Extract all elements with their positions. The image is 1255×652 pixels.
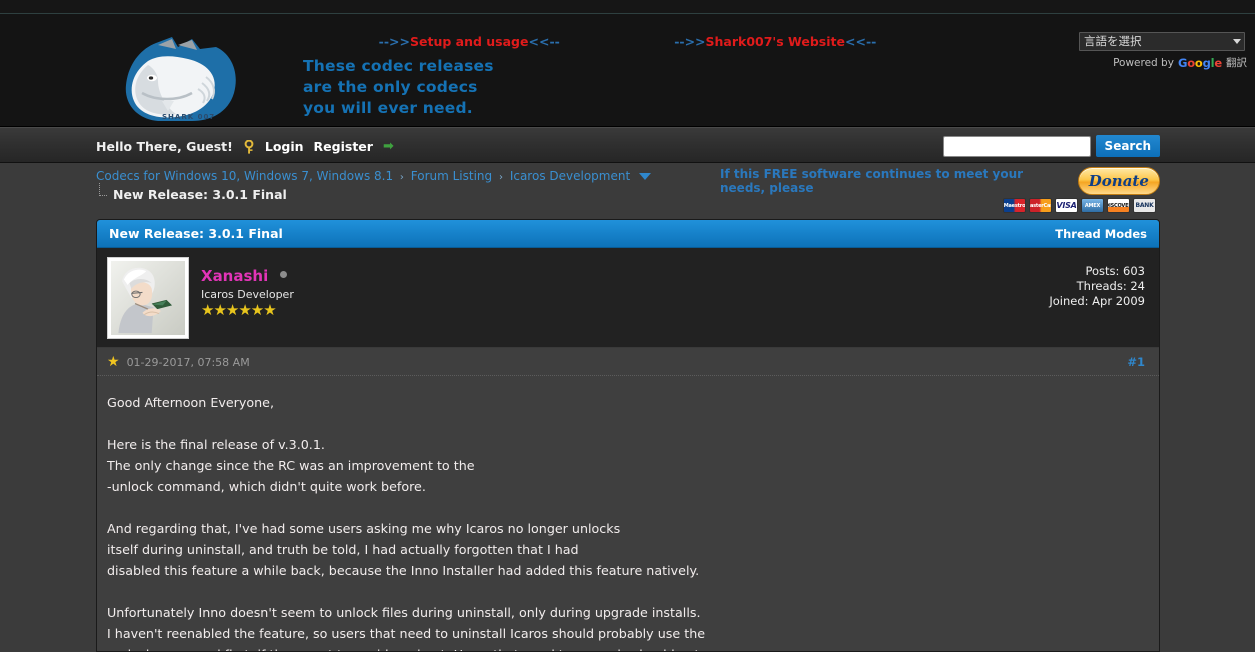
author-join-date: Joined: Apr 2009: [1049, 294, 1145, 308]
chevron-down-icon: [1233, 39, 1241, 44]
tagline-line-3: you will ever need.: [303, 99, 473, 117]
search-area: Search: [942, 135, 1160, 157]
key-icon: [243, 139, 255, 154]
search-input[interactable]: [942, 135, 1091, 157]
header-link-website[interactable]: -->>Shark007's Website<<--: [674, 34, 876, 49]
language-select[interactable]: 言語を選択: [1079, 32, 1245, 51]
header-links: -->>Setup and usage<<-- -->>Shark007's W…: [0, 34, 1255, 49]
google-letter: e: [1214, 55, 1222, 70]
bank-card-icon: BANK: [1133, 198, 1156, 213]
tagline-line-1: These codec releases: [303, 57, 494, 75]
post-date: 01-29-2017, 07:58 AM: [126, 355, 250, 369]
top-strip: [0, 0, 1255, 14]
thread-modes-link[interactable]: Thread Modes: [1055, 227, 1147, 241]
author-usertitle: Icaros Developer: [201, 288, 294, 301]
author-name[interactable]: Xanashi: [201, 267, 268, 285]
amex-card-icon: AMEX: [1081, 198, 1104, 213]
donate-message: If this FREE software continues to meet …: [720, 167, 1024, 195]
main-content: Codecs for Windows 10, Windows 7, Window…: [0, 163, 1255, 652]
post-date-wrap: ★ 01-29-2017, 07:58 AM: [107, 354, 250, 370]
payment-card-icons: Maestro MasterCard VISA AMEX DISCOVER BA…: [720, 198, 1160, 213]
thread-title: New Release: 3.0.1 Final: [109, 226, 283, 241]
google-letter: g: [1202, 55, 1211, 70]
avatar[interactable]: [107, 257, 189, 339]
language-select-value: 言語を選択: [1084, 34, 1142, 48]
breadcrumb-separator: ›: [498, 172, 503, 183]
google-letter: o: [1194, 55, 1203, 70]
donate-button[interactable]: Donate: [1077, 167, 1160, 195]
maestro-card-icon: Maestro: [1003, 198, 1026, 213]
logo-caption: SHARK 007: [162, 113, 216, 121]
visa-card-icon: VISA: [1055, 198, 1078, 213]
powered-by-label: Powered by: [1113, 56, 1174, 69]
translate-powered-by: Powered by Google 翻訳: [1079, 55, 1249, 70]
arrow-prefix: -->>: [674, 34, 706, 49]
google-letter: o: [1187, 55, 1195, 70]
greeting-text: Hello There, Guest!: [96, 138, 233, 154]
author-stats: Posts: 603 Threads: 24 Joined: Apr 2009: [1049, 257, 1145, 339]
login-link[interactable]: Login: [265, 139, 304, 154]
discover-card-icon: DISCOVER: [1107, 198, 1130, 213]
avatar-image: [111, 261, 185, 335]
author-post-count: Posts: 603: [1085, 264, 1145, 278]
thread-header: New Release: 3.0.1 Final Thread Modes: [97, 220, 1159, 248]
star-icon: ★: [107, 354, 120, 370]
breadcrumb: Codecs for Windows 10, Windows 7, Window…: [96, 169, 651, 183]
breadcrumb-item-icaros-development[interactable]: Icaros Development: [510, 169, 630, 183]
arrow-prefix: -->>: [378, 34, 410, 49]
arrow-suffix: <<--: [528, 34, 560, 49]
tree-branch-icon: [96, 183, 110, 201]
arrow-suffix: <<--: [845, 34, 877, 49]
donate-block: If this FREE software continues to meet …: [720, 167, 1160, 213]
register-link[interactable]: Register: [314, 139, 373, 154]
post-permalink[interactable]: #1: [1127, 355, 1145, 369]
breadcrumb-separator: ›: [399, 172, 404, 183]
google-letter: G: [1177, 55, 1188, 70]
tagline-line-2: are the only codecs: [303, 78, 478, 96]
post-meta-bar: ★ 01-29-2017, 07:58 AM #1: [97, 348, 1159, 376]
green-arrow-icon: ➡: [382, 138, 394, 154]
chevron-down-icon[interactable]: [639, 173, 651, 180]
site-tagline: These codec releases are the only codecs…: [303, 56, 494, 119]
thread-container: New Release: 3.0.1 Final Thread Modes Xa…: [96, 219, 1160, 652]
breadcrumb-current: New Release: 3.0.1 Final: [96, 183, 287, 202]
header-link-setup[interactable]: -->>Setup and usage<<--: [379, 34, 560, 49]
header-link-setup-label[interactable]: Setup and usage: [410, 34, 529, 49]
header-link-website-label[interactable]: Shark007's Website: [706, 34, 845, 49]
site-banner: SHARK 007 These codec releases are the o…: [0, 14, 1255, 127]
breadcrumb-item-forum-listing[interactable]: Forum Listing: [411, 169, 492, 183]
mastercard-card-icon: MasterCard: [1029, 198, 1052, 213]
offline-status-icon: [280, 271, 288, 278]
user-bar: Hello There, Guest! Login Register ➡ Sea…: [0, 127, 1255, 163]
search-button[interactable]: Search: [1095, 135, 1160, 157]
author-thread-count: Threads: 24: [1076, 279, 1145, 293]
breadcrumb-current-label: New Release: 3.0.1 Final: [113, 187, 287, 202]
google-wordmark: Google: [1178, 56, 1222, 70]
translate-suffix-label: 翻訳: [1226, 57, 1247, 69]
post-header: Xanashi Icaros Developer ★★★★★★ Posts: 6…: [97, 248, 1159, 348]
author-rating-stars: ★★★★★★: [201, 301, 277, 319]
google-translate-widget: 言語を選択 Powered by Google 翻訳: [1079, 32, 1249, 70]
page-root: SHARK 007 These codec releases are the o…: [0, 0, 1255, 652]
breadcrumb-item-home[interactable]: Codecs for Windows 10, Windows 7, Window…: [96, 169, 393, 183]
post-body: Good Afternoon Everyone, Here is the fin…: [97, 376, 1159, 651]
